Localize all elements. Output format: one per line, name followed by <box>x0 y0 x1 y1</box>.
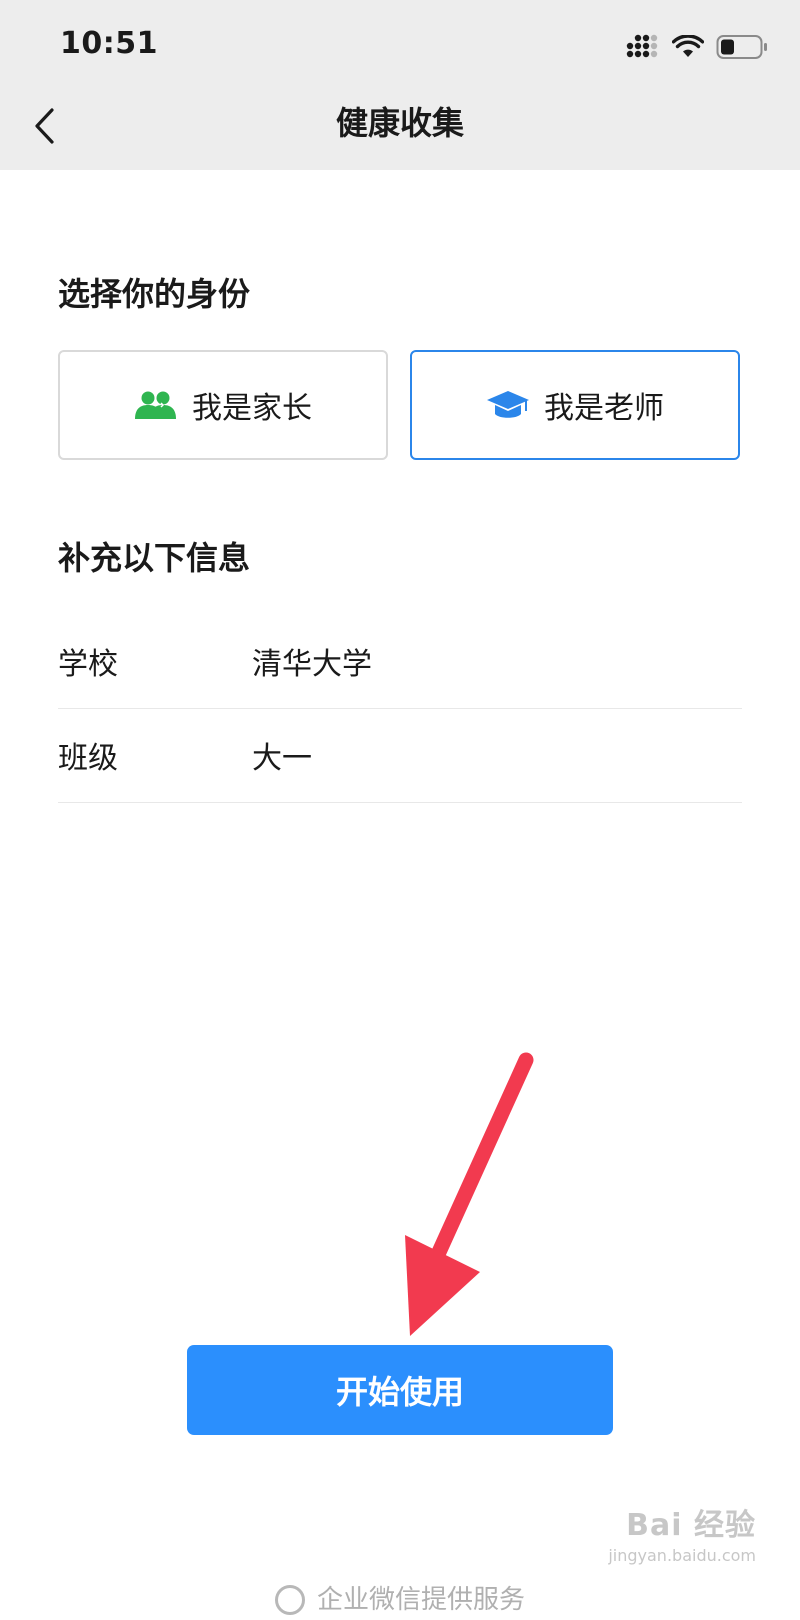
annotation-arrow-icon <box>405 1052 534 1336</box>
school-field[interactable]: 学校 清华大学 <box>58 614 742 709</box>
battery-icon <box>716 34 768 60</box>
graduation-cap-icon <box>486 389 530 421</box>
footer-text: 企业微信提供服务 <box>316 1585 525 1615</box>
top-bar: 10:51 健康收集 <box>0 0 800 170</box>
watermark-url: jingyan.baidu.com <box>608 1546 756 1565</box>
identity-section-title: 选择你的身份 <box>58 275 251 313</box>
wecom-logo-icon <box>274 1585 305 1615</box>
role-option-parent[interactable]: 我是家长 <box>58 350 388 460</box>
role-option-label: 我是家长 <box>192 391 312 426</box>
school-label: 学校 <box>58 647 118 682</box>
cellular-signal-icon <box>626 34 660 60</box>
class-label: 班级 <box>58 741 118 776</box>
page-title: 健康收集 <box>335 104 464 142</box>
role-option-teacher[interactable]: 我是老师 <box>410 350 740 460</box>
class-field[interactable]: 班级 大一 <box>58 708 742 803</box>
parents-icon <box>134 390 178 420</box>
footer: 企业微信提供服务 <box>0 1580 800 1620</box>
role-option-label: 我是老师 <box>544 391 664 426</box>
wifi-icon <box>672 35 704 59</box>
status-time: 10:51 <box>60 26 158 61</box>
school-value: 清华大学 <box>252 647 372 682</box>
status-icons <box>626 32 768 62</box>
class-value: 大一 <box>252 741 312 776</box>
baidu-watermark: Bai 经验 jingyan.baidu.com <box>608 1500 756 1565</box>
start-button[interactable]: 开始使用 <box>187 1345 613 1435</box>
watermark-logo-text: Bai 经验 <box>626 1508 756 1543</box>
info-section-title: 补充以下信息 <box>58 539 251 577</box>
